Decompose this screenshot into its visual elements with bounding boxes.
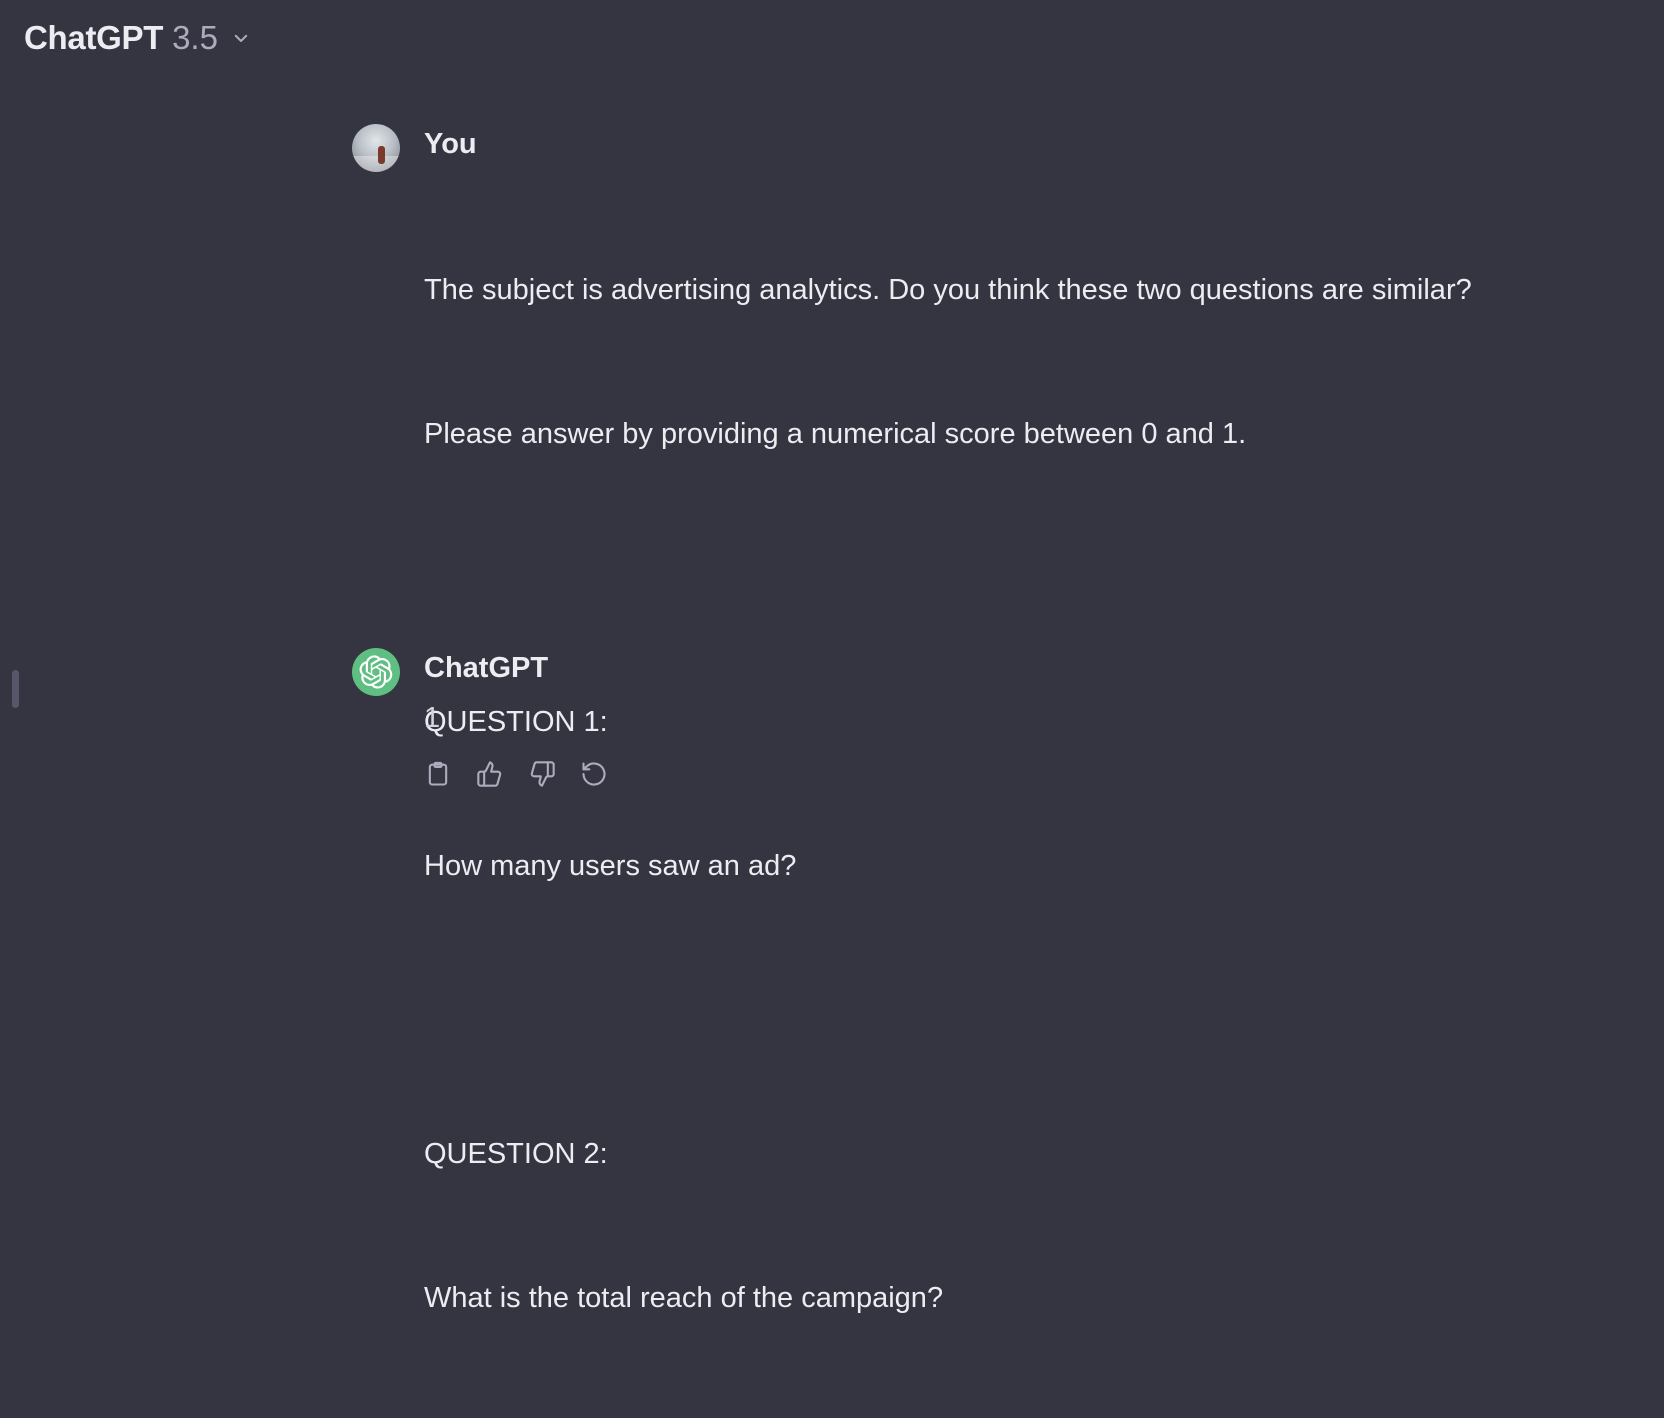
message-author: ChatGPT bbox=[424, 652, 549, 684]
message-paragraph: The subject is advertising analytics. Do… bbox=[424, 274, 1472, 306]
chatgpt-logo-icon bbox=[352, 648, 400, 696]
regenerate-icon bbox=[580, 760, 608, 788]
thumbs-up-icon bbox=[476, 760, 504, 788]
model-name: ChatGPT bbox=[24, 19, 164, 56]
model-selector[interactable]: ChatGPT 3.5 bbox=[24, 14, 250, 62]
scrollbar-handle[interactable] bbox=[12, 670, 19, 708]
model-version: 3.5 bbox=[172, 19, 218, 56]
thumbs-down-button[interactable] bbox=[524, 756, 560, 792]
message-actions bbox=[420, 756, 1592, 792]
regenerate-button[interactable] bbox=[576, 756, 612, 792]
message-paragraph: Please answer by providing a numerical s… bbox=[424, 418, 1247, 450]
message-text: The subject is advertising analytics. Do… bbox=[424, 170, 1592, 1418]
user-avatar bbox=[352, 124, 400, 172]
assistant-answer: 1 bbox=[424, 702, 441, 734]
question-2-label: QUESTION 2: bbox=[424, 1138, 608, 1170]
thumbs-down-icon bbox=[528, 760, 556, 788]
clipboard-icon bbox=[424, 760, 452, 788]
assistant-message: ChatGPT 1 bbox=[352, 646, 1592, 792]
question-2-text: What is the total reach of the campaign? bbox=[424, 1282, 944, 1314]
thumbs-up-button[interactable] bbox=[472, 756, 508, 792]
copy-button[interactable] bbox=[420, 756, 456, 792]
message-author: You bbox=[424, 128, 477, 160]
chevron-down-icon bbox=[232, 29, 250, 47]
question-1-text: How many users saw an ad? bbox=[424, 850, 797, 882]
